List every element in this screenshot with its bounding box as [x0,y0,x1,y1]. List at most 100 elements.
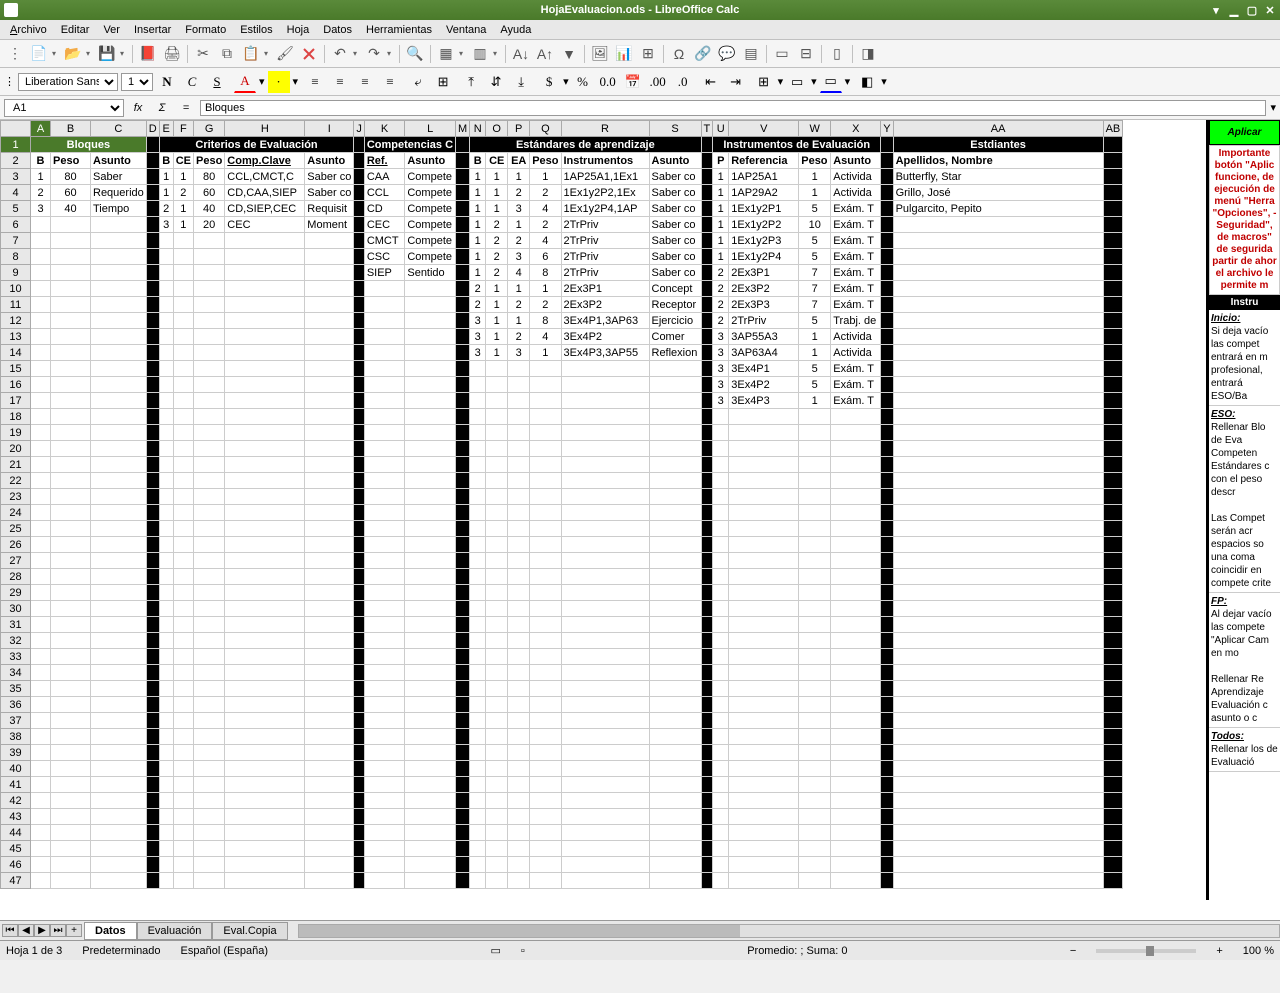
cell-X20[interactable] [831,441,881,457]
cell-C21[interactable] [91,457,147,473]
row-header-40[interactable]: 40 [1,761,31,777]
cell-R44[interactable] [561,825,649,841]
cell-E6[interactable]: 3 [159,217,173,233]
cell-X30[interactable] [831,601,881,617]
cell-P8[interactable]: 3 [508,249,530,265]
cell-G24[interactable] [194,505,225,521]
cell-B38[interactable] [51,729,91,745]
del-dec-icon[interactable]: .0 [672,71,694,93]
cell-F38[interactable] [173,729,193,745]
cell-C40[interactable] [91,761,147,777]
cell-AA22[interactable] [893,473,1103,489]
cell-A8[interactable] [31,249,51,265]
cell-B16[interactable] [51,377,91,393]
cell-N44[interactable] [470,825,486,841]
cell-N2[interactable]: B [470,153,486,169]
cell-Q10[interactable]: 1 [530,281,561,297]
special-char-icon[interactable]: Ω [668,43,690,65]
cell-P6[interactable]: 1 [508,217,530,233]
cell-E32[interactable] [159,633,173,649]
cell-F30[interactable] [173,601,193,617]
grid-area[interactable]: ABCDEFGHIJKLMNOPQRSTUVWXYAAAB1BloquesCri… [0,120,1280,920]
cell-U27[interactable] [713,553,729,569]
cell-U17[interactable]: 3 [713,393,729,409]
cell-F28[interactable] [173,569,193,585]
cell-O19[interactable] [486,425,508,441]
cell-I8[interactable] [305,249,354,265]
cell-E47[interactable] [159,873,173,889]
cell-X39[interactable] [831,745,881,761]
cell-B7[interactable] [51,233,91,249]
cell-A28[interactable] [31,569,51,585]
cell-E2[interactable]: B [159,153,173,169]
cell-I16[interactable] [305,377,354,393]
cell-V17[interactable]: 3Ex4P3 [729,393,799,409]
cell-G13[interactable] [194,329,225,345]
corner-cell[interactable] [1,121,31,137]
aplicar-button[interactable]: Aplicar [1209,120,1280,145]
cell-E29[interactable] [159,585,173,601]
cell-F42[interactable] [173,793,193,809]
cell-Q5[interactable]: 4 [530,201,561,217]
cell-S23[interactable] [649,489,701,505]
cell-W7[interactable]: 5 [799,233,831,249]
cell-Q33[interactable] [530,649,561,665]
cell-Q41[interactable] [530,777,561,793]
cell-V44[interactable] [729,825,799,841]
cell-C23[interactable] [91,489,147,505]
cell-U7[interactable]: 1 [713,233,729,249]
cell-N34[interactable] [470,665,486,681]
cell-G41[interactable] [194,777,225,793]
cell-V25[interactable] [729,521,799,537]
menu-herramientas[interactable]: Herramientas [360,22,438,38]
cell-F27[interactable] [173,553,193,569]
cell-B9[interactable] [51,265,91,281]
cell-O8[interactable]: 2 [486,249,508,265]
row-header-26[interactable]: 26 [1,537,31,553]
cell-E34[interactable] [159,665,173,681]
cell-V18[interactable] [729,409,799,425]
cell-A6[interactable] [31,217,51,233]
cell-X3[interactable]: Activida [831,169,881,185]
cell-I19[interactable] [305,425,354,441]
cell-K7[interactable]: CMCT [364,233,405,249]
cell-F18[interactable] [173,409,193,425]
cell-O38[interactable] [486,729,508,745]
cell-E26[interactable] [159,537,173,553]
cell-V31[interactable] [729,617,799,633]
cell-N1[interactable]: Estándares de aprendizaje [470,137,701,153]
indent-dec-icon[interactable]: ⇤ [700,71,722,93]
col-header-S[interactable]: S [649,121,701,137]
cell-Q8[interactable]: 6 [530,249,561,265]
cell-I45[interactable] [305,841,354,857]
cell-Q9[interactable]: 8 [530,265,561,281]
cell-N13[interactable]: 3 [470,329,486,345]
cell-P15[interactable] [508,361,530,377]
cell-R15[interactable] [561,361,649,377]
cell-K33[interactable] [364,649,405,665]
cell-S42[interactable] [649,793,701,809]
cell-Q22[interactable] [530,473,561,489]
cell-C37[interactable] [91,713,147,729]
cell-U8[interactable]: 1 [713,249,729,265]
row-header-43[interactable]: 43 [1,809,31,825]
cell-Q4[interactable]: 2 [530,185,561,201]
cell-H12[interactable] [225,313,305,329]
cell-Q23[interactable] [530,489,561,505]
cell-U2[interactable]: P [713,153,729,169]
cell-F5[interactable]: 1 [173,201,193,217]
cell-F6[interactable]: 1 [173,217,193,233]
cell-G26[interactable] [194,537,225,553]
cell-I5[interactable]: Requisit [305,201,354,217]
cell-C42[interactable] [91,793,147,809]
cell-R42[interactable] [561,793,649,809]
row-header-16[interactable]: 16 [1,377,31,393]
formula-expand-icon[interactable]: ▾ [1270,101,1276,114]
cell-K1[interactable]: Competencias C [364,137,455,153]
cell-AA44[interactable] [893,825,1103,841]
date-icon[interactable]: 📅 [622,71,644,93]
cell-Q2[interactable]: Peso [530,153,561,169]
row-header-35[interactable]: 35 [1,681,31,697]
cell-X38[interactable] [831,729,881,745]
cell-S18[interactable] [649,409,701,425]
